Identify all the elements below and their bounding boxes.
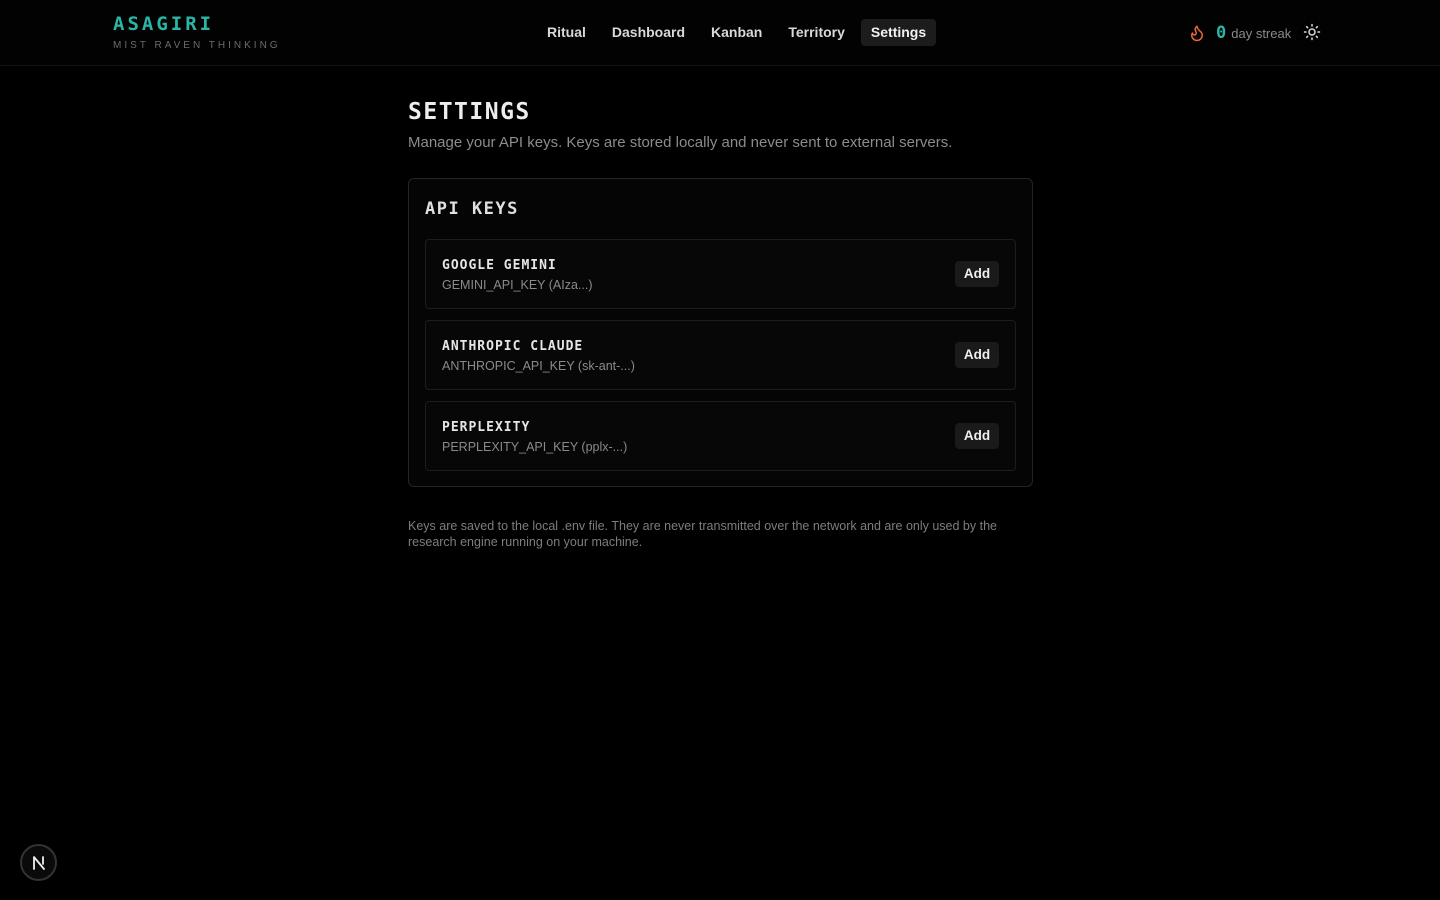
brand-title: ASAGIRI bbox=[113, 13, 215, 35]
add-perplexity-key-button[interactable]: Add bbox=[955, 423, 999, 449]
nav-item-settings[interactable]: Settings bbox=[860, 19, 937, 46]
streak-count: 0 bbox=[1216, 23, 1227, 43]
brand[interactable]: ASAGIRI MIST RAVEN THINKING bbox=[113, 12, 281, 52]
api-key-name: PERPLEXITY bbox=[442, 420, 531, 435]
api-key-name: ANTHROPIC CLAUDE bbox=[442, 339, 584, 354]
nextjs-dev-badge[interactable] bbox=[20, 844, 57, 881]
nav-item-dashboard[interactable]: Dashboard bbox=[602, 19, 695, 46]
api-key-row-gemini: GOOGLE GEMINI GEMINI_API_KEY (AIza...) A… bbox=[425, 239, 1016, 309]
settings-page: SETTINGS Manage your API keys. Keys are … bbox=[408, 98, 1033, 550]
nextjs-icon bbox=[32, 855, 45, 870]
nav-item-ritual[interactable]: Ritual bbox=[537, 19, 596, 46]
nav-item-territory[interactable]: Territory bbox=[778, 19, 855, 46]
top-navbar: ASAGIRI MIST RAVEN THINKING Ritual Dashb… bbox=[0, 0, 1440, 66]
api-keys-card: API KEYS GOOGLE GEMINI GEMINI_API_KEY (A… bbox=[408, 178, 1033, 487]
api-key-row-perplexity: PERPLEXITY PERPLEXITY_API_KEY (pplx-...)… bbox=[425, 401, 1016, 471]
api-key-list: GOOGLE GEMINI GEMINI_API_KEY (AIza...) A… bbox=[425, 239, 1016, 471]
sun-icon[interactable] bbox=[1303, 23, 1321, 41]
page-title: SETTINGS bbox=[408, 99, 531, 125]
add-gemini-key-button[interactable]: Add bbox=[955, 261, 999, 287]
api-key-env: GEMINI_API_KEY (AIza...) bbox=[442, 278, 593, 292]
streak-label: day streak bbox=[1231, 25, 1292, 41]
api-key-name: GOOGLE GEMINI bbox=[442, 258, 557, 273]
page-subtitle: Manage your API keys. Keys are stored lo… bbox=[408, 134, 953, 151]
storage-note: Keys are saved to the local .env file. T… bbox=[408, 519, 997, 549]
brand-subtitle: MIST RAVEN THINKING bbox=[113, 40, 281, 51]
api-key-row-anthropic: ANTHROPIC CLAUDE ANTHROPIC_API_KEY (sk-a… bbox=[425, 320, 1016, 390]
nav-item-kanban[interactable]: Kanban bbox=[701, 19, 772, 46]
flame-icon bbox=[1191, 25, 1203, 42]
api-key-env: PERPLEXITY_API_KEY (pplx-...) bbox=[442, 440, 628, 454]
streak-indicator: 0 day streak bbox=[1188, 20, 1291, 46]
add-anthropic-key-button[interactable]: Add bbox=[955, 342, 999, 368]
main-nav: Ritual Dashboard Kanban Territory Settin… bbox=[537, 19, 937, 46]
api-key-env: ANTHROPIC_API_KEY (sk-ant-...) bbox=[442, 359, 635, 373]
api-keys-title: API KEYS bbox=[425, 199, 519, 219]
